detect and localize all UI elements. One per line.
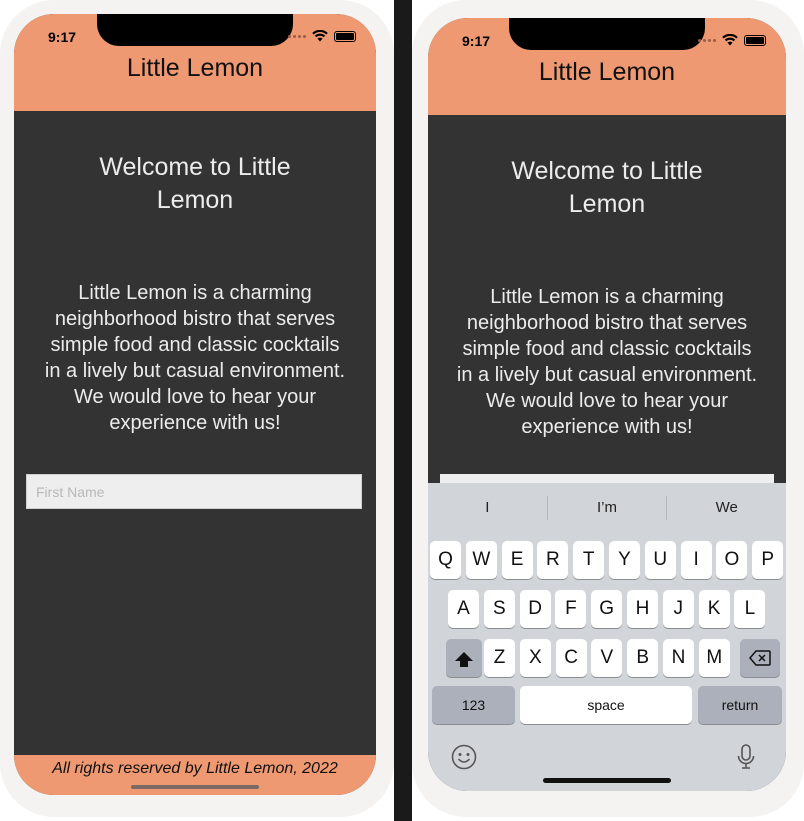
key[interactable]: W [465, 541, 497, 579]
description-line: in a lively but casual environment. [44, 360, 346, 382]
key[interactable]: L [734, 590, 766, 628]
key[interactable]: B [627, 639, 659, 677]
welcome-line-2: Lemon [156, 186, 234, 214]
key[interactable]: S [483, 590, 515, 628]
key[interactable]: Z [484, 639, 515, 677]
status-icons [288, 30, 356, 42]
description-line: We would love to hear your [74, 386, 316, 408]
shift-icon [455, 651, 473, 667]
key[interactable]: D [519, 590, 551, 628]
keyboard: I I’m We QWERTYUIOPASDFGHJKLZXCVBNM 123 … [428, 483, 786, 791]
status-icons [698, 34, 766, 46]
key[interactable]: T [573, 541, 605, 579]
home-indicator [131, 785, 259, 789]
key[interactable]: F [555, 590, 587, 628]
key[interactable]: Q [430, 541, 461, 579]
app-title: Little Lemon [126, 54, 264, 82]
shift-key[interactable] [446, 639, 482, 677]
key[interactable]: C [555, 639, 587, 677]
description-line: Little Lemon is a charming [490, 286, 724, 308]
description-line: experience with us! [109, 412, 281, 434]
key[interactable]: N [663, 639, 694, 677]
description-line: simple food and classic cocktails [50, 334, 340, 356]
description-line: in a lively but casual environment. [456, 364, 758, 386]
phone-frame-left: 9:17 Little Lemon Welcome to Little Lemo… [0, 0, 394, 817]
footer-text: All rights reserved by Little Lemon, 202… [52, 760, 338, 777]
app-header: 9:17 Little Lemon [14, 14, 376, 111]
welcome-line-1: Welcome to Little [99, 153, 291, 181]
key[interactable]: U [644, 541, 676, 579]
space-key[interactable]: space [520, 686, 692, 724]
backspace-key[interactable] [740, 639, 780, 677]
key[interactable]: O [716, 541, 748, 579]
key[interactable]: M [698, 639, 730, 677]
key[interactable]: Y [609, 541, 640, 579]
emoji-icon[interactable] [450, 743, 478, 771]
notch [97, 14, 293, 46]
status-time: 9:17 [48, 29, 77, 45]
description-line: neighborhood bistro that serves [466, 312, 748, 334]
key[interactable]: A [448, 590, 479, 628]
suggestion[interactable]: I’m [548, 495, 667, 521]
key[interactable]: G [591, 590, 623, 628]
footer: All rights reserved by Little Lemon, 202… [14, 755, 376, 795]
screen-right: 9:17 Little Lemon Welcome to Little Lemo… [428, 18, 786, 791]
app-title: Little Lemon [538, 58, 676, 86]
battery-icon [334, 30, 356, 42]
return-key[interactable]: return [698, 686, 782, 724]
phone-frame-right: 9:17 Little Lemon Welcome to Little Lemo… [412, 0, 804, 817]
description: Little Lemon is a charming neighborhood … [442, 284, 772, 440]
wifi-icon [722, 34, 738, 46]
signal-dots-icon [698, 38, 716, 42]
stage: 9:17 Little Lemon Welcome to Little Lemo… [0, 0, 804, 821]
key[interactable]: K [698, 590, 730, 628]
screen-left: 9:17 Little Lemon Welcome to Little Lemo… [14, 14, 376, 795]
description-line: simple food and classic cocktails [462, 338, 752, 360]
home-indicator [543, 778, 671, 783]
divider [394, 0, 412, 821]
key[interactable]: J [662, 590, 694, 628]
welcome-line-1: Welcome to Little [511, 157, 703, 185]
microphone-icon[interactable] [732, 743, 760, 771]
description-line: We would love to hear your [486, 390, 728, 412]
wifi-icon [312, 30, 328, 42]
signal-dots-icon [288, 34, 306, 38]
description-line: experience with us! [521, 416, 693, 438]
description-line: neighborhood bistro that serves [54, 308, 336, 330]
battery-icon [744, 34, 766, 46]
key[interactable]: X [519, 639, 551, 677]
description-line: Little Lemon is a charming [78, 282, 312, 304]
suggestion-bar: I I’m We [428, 495, 786, 521]
key[interactable]: E [501, 541, 533, 579]
description: Little Lemon is a charming neighborhood … [28, 280, 362, 436]
backspace-icon [749, 650, 771, 666]
key[interactable]: H [627, 590, 658, 628]
key[interactable]: P [752, 541, 784, 579]
welcome-heading: Welcome to Little Lemon [428, 155, 786, 221]
welcome-heading: Welcome to Little Lemon [14, 151, 376, 217]
suggestion[interactable]: I [428, 495, 547, 521]
notch [509, 18, 705, 50]
first-name-input[interactable] [26, 474, 362, 509]
suggestion[interactable]: We [667, 495, 786, 521]
status-time: 9:17 [462, 33, 491, 49]
numbers-key[interactable]: 123 [432, 686, 515, 724]
app-header: 9:17 Little Lemon [428, 18, 786, 115]
welcome-line-2: Lemon [568, 190, 646, 218]
key[interactable]: V [591, 639, 623, 677]
key[interactable]: R [537, 541, 569, 579]
key[interactable]: I [680, 541, 712, 579]
